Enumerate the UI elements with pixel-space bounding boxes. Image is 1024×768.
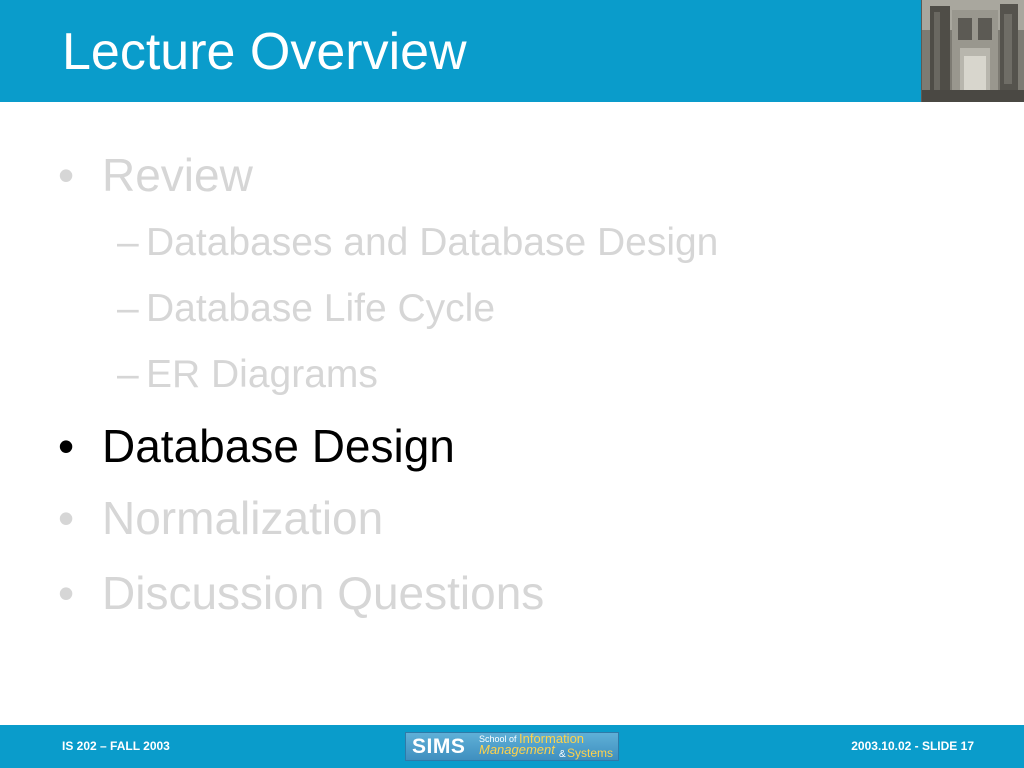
slide-number-label: 2003.10.02 - SLIDE 17: [851, 739, 974, 753]
logo-ampersand: &: [559, 749, 566, 760]
course-label: IS 202 – FALL 2003: [62, 739, 170, 753]
bullet-text: Discussion Questions: [102, 567, 545, 619]
logo-management: Management: [479, 742, 555, 757]
bullet-list: • Review – Databases and Database Design…: [0, 0, 1024, 720]
bullet-marker: –: [117, 221, 139, 264]
bullet-marker: •: [58, 567, 75, 619]
bullet-marker: –: [117, 353, 139, 396]
logo-systems: Systems: [567, 746, 614, 760]
bullet-text: Database Life Cycle: [146, 287, 496, 330]
bullet-text: ER Diagrams: [146, 353, 378, 396]
bullet-text: Databases and Database Design: [146, 221, 719, 264]
bullet-marker: •: [58, 149, 75, 201]
bullet-text: Database Design: [102, 420, 455, 472]
bullet-text: Review: [102, 149, 253, 201]
logo-acronym: SIMS: [412, 735, 466, 758]
footer-band: IS 202 – FALL 2003 SIMS School of Inform…: [0, 725, 1024, 768]
bullet-marker: •: [58, 492, 75, 544]
bullet-marker: –: [117, 287, 139, 330]
bullet-text: Normalization: [102, 492, 384, 544]
bullet-marker: •: [58, 420, 75, 472]
sims-logo: SIMS School of Information Management & …: [405, 732, 619, 761]
slide: Lecture Overview • Review – Databases an…: [0, 0, 1024, 768]
